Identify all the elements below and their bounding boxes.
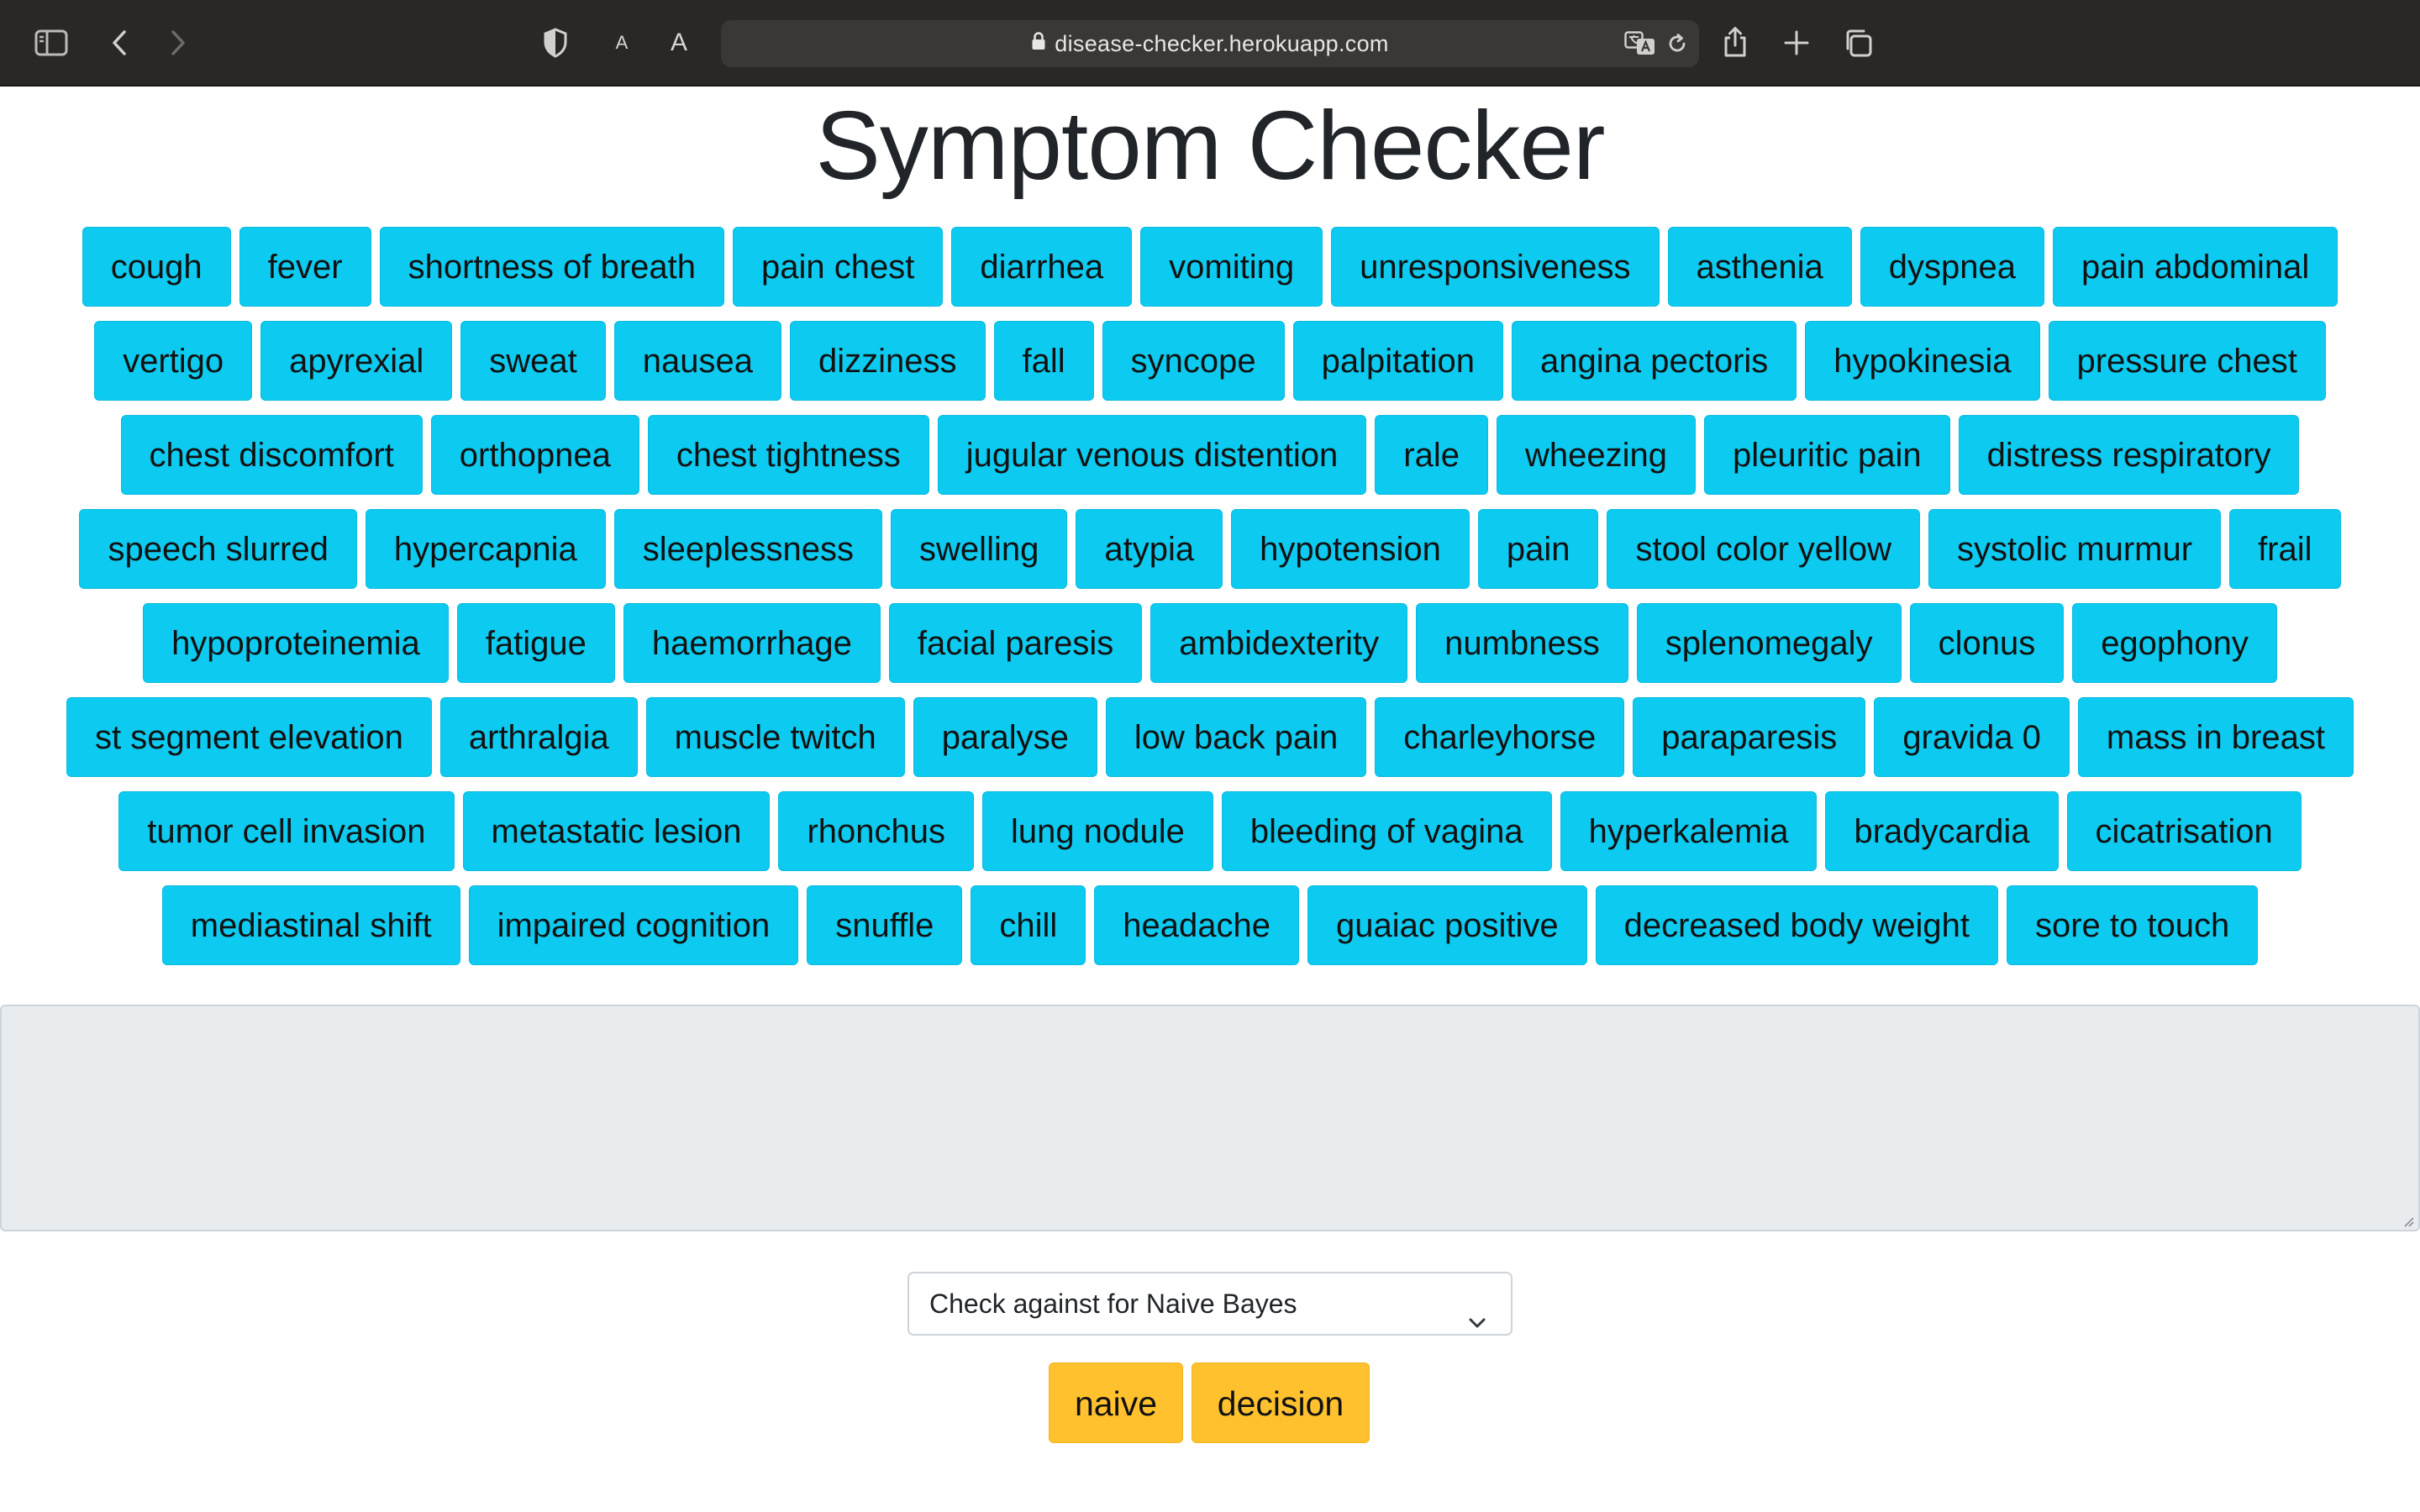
symptom-button[interactable]: fatigue — [456, 603, 615, 683]
symptom-button[interactable]: jugular venous distention — [937, 415, 1367, 495]
symptom-button[interactable]: hyperkalemia — [1560, 791, 1818, 871]
symptom-button[interactable]: shortness of breath — [379, 227, 725, 307]
chevron-down-icon — [1467, 1294, 1487, 1354]
symptom-button[interactable]: numbness — [1416, 603, 1628, 683]
symptom-button[interactable]: egophony — [2072, 603, 2277, 683]
symptom-button[interactable]: bradycardia — [1825, 791, 2059, 871]
symptom-button[interactable]: fever — [239, 227, 371, 307]
symptom-button[interactable]: chest discomfort — [120, 415, 423, 495]
symptom-button[interactable]: angina pectoris — [1512, 321, 1797, 401]
symptom-button[interactable]: nausea — [613, 321, 781, 401]
symptom-button[interactable]: paralyse — [913, 697, 1097, 777]
symptom-button[interactable]: facial paresis — [888, 603, 1143, 683]
symptom-button[interactable]: hypoproteinemia — [143, 603, 449, 683]
symptom-button[interactable]: metastatic lesion — [462, 791, 771, 871]
page-title: Symptom Checker — [815, 91, 1605, 200]
privacy-shield-icon[interactable] — [538, 25, 573, 60]
symptom-button[interactable]: systolic murmur — [1928, 509, 2222, 589]
back-icon[interactable] — [103, 25, 136, 60]
symptom-button[interactable]: splenomegaly — [1636, 603, 1902, 683]
symptom-button[interactable]: palpitation — [1292, 321, 1503, 401]
symptom-button[interactable]: orthopnea — [430, 415, 639, 495]
symptom-button[interactable]: unresponsiveness — [1331, 227, 1660, 307]
symptom-button[interactable]: cicatrisation — [2066, 791, 2302, 871]
symptom-button[interactable]: frail — [2229, 509, 2341, 589]
symptom-button[interactable]: mass in breast — [2077, 697, 2354, 777]
resize-grip-icon[interactable] — [2402, 1215, 2415, 1232]
decision-button[interactable]: decision — [1192, 1362, 1370, 1443]
symptom-button[interactable]: haemorrhage — [623, 603, 881, 683]
symptom-button[interactable]: vertigo — [94, 321, 253, 401]
symptom-button[interactable]: stool color yellow — [1607, 509, 1921, 589]
symptom-button[interactable]: swelling — [891, 509, 1068, 589]
symptom-button[interactable]: paraparesis — [1633, 697, 1866, 777]
symptom-button[interactable]: rhonchus — [778, 791, 975, 871]
symptom-button[interactable]: atypia — [1076, 509, 1223, 589]
text-size-increase-icon[interactable]: A — [662, 24, 696, 62]
reload-icon[interactable] — [1662, 29, 1692, 59]
symptom-button[interactable]: st segment elevation — [66, 697, 432, 777]
url-text: disease-checker.herokuapp.com — [1055, 31, 1389, 56]
browser-toolbar: A A disease-checker.herokuapp.com — [0, 0, 2420, 87]
symptom-button[interactable]: guaiac positive — [1307, 885, 1587, 965]
selected-symptoms-input[interactable] — [0, 1005, 2420, 1231]
symptom-button[interactable]: fall — [993, 321, 1094, 401]
symptom-button[interactable]: ambidexterity — [1150, 603, 1408, 683]
address-bar[interactable]: disease-checker.herokuapp.com — [721, 20, 1699, 67]
symptom-button[interactable]: tumor cell invasion — [118, 791, 455, 871]
symptom-button[interactable]: bleeding of vagina — [1221, 791, 1552, 871]
symptom-button[interactable]: chest tightness — [647, 415, 929, 495]
symptom-button[interactable]: pressure chest — [2048, 321, 2326, 401]
forward-icon[interactable] — [161, 25, 195, 60]
symptom-button[interactable]: pleuritic pain — [1704, 415, 1950, 495]
symptom-button[interactable]: hypercapnia — [365, 509, 606, 589]
symptom-button[interactable]: decreased body weight — [1595, 885, 1998, 965]
model-select-value: Check against for Naive Bayes — [929, 1289, 1297, 1319]
symptom-button[interactable]: sweat — [460, 321, 606, 401]
symptom-button[interactable]: headache — [1094, 885, 1299, 965]
symptom-button[interactable]: syncope — [1102, 321, 1285, 401]
symptom-button[interactable]: pain chest — [733, 227, 944, 307]
symptom-button[interactable]: clonus — [1909, 603, 2065, 683]
symptom-button[interactable]: hypotension — [1231, 509, 1470, 589]
symptom-button[interactable]: apyrexial — [260, 321, 453, 401]
symptom-button[interactable]: chill — [971, 885, 1086, 965]
symptom-button[interactable]: wheezing — [1496, 415, 1696, 495]
symptom-button[interactable]: lung nodule — [982, 791, 1213, 871]
symptom-button[interactable]: muscle twitch — [645, 697, 905, 777]
new-tab-icon[interactable] — [1780, 25, 1813, 60]
symptom-button[interactable]: charleyhorse — [1375, 697, 1625, 777]
symptom-button[interactable]: rale — [1375, 415, 1488, 495]
symptom-button[interactable]: dizziness — [789, 321, 986, 401]
symptom-button[interactable]: hypokinesia — [1805, 321, 2040, 401]
symptom-button[interactable]: impaired cognition — [468, 885, 799, 965]
symptom-button[interactable]: cough — [82, 227, 231, 307]
symptom-button[interactable]: dyspnea — [1860, 227, 2044, 307]
symptom-button[interactable]: snuffle — [807, 885, 963, 965]
symptom-button[interactable]: speech slurred — [79, 509, 357, 589]
symptom-button[interactable]: low back pain — [1105, 697, 1367, 777]
text-size-decrease-icon[interactable]: A — [605, 25, 639, 60]
symptom-button[interactable]: pain — [1477, 509, 1599, 589]
symptom-button[interactable]: gravida 0 — [1874, 697, 2070, 777]
symptom-button[interactable]: mediastinal shift — [161, 885, 460, 965]
symptom-button[interactable]: asthenia — [1667, 227, 1852, 307]
sidebar-toggle-icon[interactable] — [32, 25, 71, 60]
model-select[interactable]: Check against for Naive Bayes — [908, 1272, 1512, 1336]
symptom-button[interactable]: arthralgia — [439, 697, 638, 777]
symptom-button[interactable]: vomiting — [1140, 227, 1323, 307]
lock-icon — [1031, 20, 1046, 67]
symptom-button-list: cough fever shortness of breath pain chest d… — [8, 227, 2412, 965]
translate-icon[interactable] — [1623, 29, 1657, 59]
symptom-button[interactable]: pain abdominal — [2052, 227, 2338, 307]
symptom-button[interactable]: sleeplessness — [613, 509, 883, 589]
share-icon[interactable] — [1718, 22, 1753, 62]
symptom-button[interactable]: sore to touch — [2006, 885, 2259, 965]
symptom-button[interactable]: diarrhea — [951, 227, 1133, 307]
naive-button[interactable]: naive — [1049, 1362, 1183, 1443]
tab-overview-icon[interactable] — [1840, 25, 1876, 60]
symptom-button[interactable]: distress respiratory — [1958, 415, 2300, 495]
